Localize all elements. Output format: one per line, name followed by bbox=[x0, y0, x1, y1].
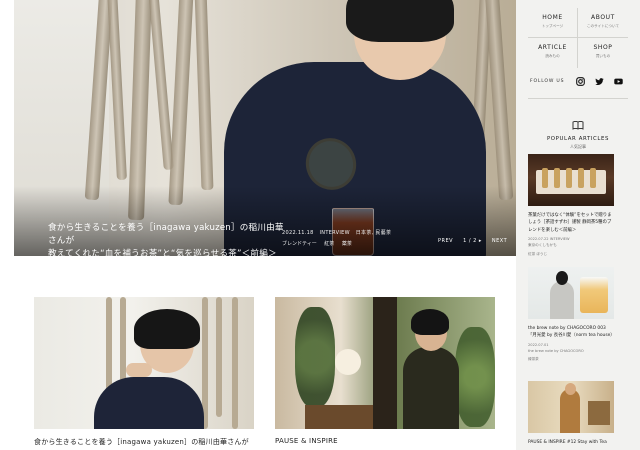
hero-person-hair bbox=[346, 0, 454, 42]
nav-sublabel: トップページ bbox=[541, 24, 564, 28]
book-icon bbox=[572, 120, 584, 130]
hero-date: 2022.11.18 bbox=[282, 230, 314, 236]
plant-decoration bbox=[455, 327, 495, 427]
nav-label[interactable]: SHOP bbox=[578, 44, 628, 51]
popular-article-thumbnail[interactable] bbox=[528, 267, 614, 319]
popular-article-tags[interactable]: 紅茶 ほうじ bbox=[528, 252, 614, 257]
nav-label[interactable]: ABOUT bbox=[578, 14, 628, 21]
popular-subtitle: 人気記事 bbox=[570, 144, 586, 149]
prev-button[interactable]: PREV bbox=[438, 238, 453, 244]
person-hair bbox=[411, 309, 449, 335]
driftwood-decoration bbox=[168, 0, 194, 206]
driftwood-decoration bbox=[107, 0, 127, 181]
popular-article-meta2: the brew note by CHAGOCORO bbox=[528, 348, 584, 353]
nav-sublabel: 読みもの bbox=[545, 54, 560, 58]
popular-article-title[interactable]: the brew note by CHAGOCORO 003「月光愛 by 長谷… bbox=[528, 325, 615, 340]
article-card[interactable]: 食から生きることを養う［inagawa yakuzen］の稲川由華さんが bbox=[34, 297, 254, 447]
nav-shop[interactable]: SHOP 買いもの bbox=[578, 38, 628, 68]
lamp-decoration bbox=[335, 349, 361, 375]
hero-title[interactable]: 食から生きることを養う［inagawa yakuzen］の稲川由華さんが 教えて… bbox=[48, 222, 288, 256]
tea-bottle bbox=[542, 168, 548, 188]
plant-decoration bbox=[295, 307, 335, 407]
hero-tag[interactable]: 紅茶 bbox=[324, 241, 334, 247]
driftwood-decoration bbox=[232, 297, 238, 429]
popular-article-tags[interactable]: 緑茶茶 bbox=[528, 357, 614, 362]
person-figure bbox=[560, 389, 580, 433]
popular-article-item[interactable]: the brew note by CHAGOCORO 003「月光愛 by 長谷… bbox=[528, 267, 615, 362]
person-figure bbox=[550, 281, 574, 319]
article-title[interactable]: PAUSE & INSPIRE bbox=[275, 437, 495, 445]
popular-article-thumbnail[interactable] bbox=[528, 381, 614, 433]
driftwood-decoration bbox=[148, 0, 174, 171]
window-frame bbox=[373, 297, 397, 429]
nav-label[interactable]: HOME bbox=[528, 14, 577, 21]
nav-label[interactable]: ARTICLE bbox=[528, 44, 577, 51]
hero-tags: ブレンドティー 紅茶 薬茶 bbox=[282, 240, 358, 247]
sidebar-divider bbox=[528, 98, 628, 99]
hero-location: 日本茶, 民藝茶 bbox=[355, 230, 392, 236]
twitter-icon[interactable] bbox=[595, 77, 605, 86]
youtube-icon[interactable] bbox=[614, 77, 624, 86]
popular-article-meta2: 東京のくしもかも bbox=[528, 243, 557, 248]
driftwood-decoration bbox=[216, 297, 222, 417]
popular-article-title[interactable]: PAUSE & INSPIRE #12 Stay with Tea bbox=[528, 439, 614, 446]
tea-bottle bbox=[566, 168, 572, 188]
person-hair bbox=[556, 271, 568, 285]
nav-about[interactable]: ABOUT このサイトについて bbox=[578, 8, 628, 38]
shelf-decoration bbox=[588, 401, 610, 425]
nav-article[interactable]: ARTICLE 読みもの bbox=[528, 38, 578, 68]
tea-bottle bbox=[578, 168, 584, 188]
person-hair bbox=[134, 309, 200, 349]
popular-article-item[interactable]: 茶葉だけではなく“体験”をセットで贈りましょう［茶話すずわ］謹製 静岡茶5種のブ… bbox=[528, 154, 614, 257]
driftwood-decoration bbox=[484, 0, 514, 201]
popular-title: POPULAR ARTICLES bbox=[546, 136, 610, 142]
hero-tag[interactable]: ブレンドティー bbox=[282, 241, 317, 247]
hero-slider-nav: PREV 1 / 2 ▸ NEXT bbox=[438, 238, 507, 244]
tea-bottle bbox=[590, 168, 596, 188]
popular-article-item[interactable]: PAUSE & INSPIRE #12 Stay with Tea bbox=[528, 381, 614, 446]
popular-article-title[interactable]: 茶葉だけではなく“体験”をセットで贈りましょう［茶話すずわ］謹製 静岡茶5種のブ… bbox=[528, 212, 614, 234]
article-thumbnail[interactable] bbox=[34, 297, 254, 429]
hero-meta: 2022.11.18 INTERVIEW 日本茶, 民藝茶 bbox=[282, 229, 395, 236]
article-thumbnail[interactable] bbox=[275, 297, 495, 429]
tea-jar-image bbox=[580, 277, 608, 313]
nav-home[interactable]: HOME トップページ bbox=[528, 8, 578, 38]
instagram-icon[interactable] bbox=[576, 77, 586, 86]
article-card[interactable]: PAUSE & INSPIRE bbox=[275, 297, 495, 445]
popular-article-thumbnail[interactable] bbox=[528, 154, 614, 206]
person-face bbox=[565, 383, 576, 395]
sidebar-nav: HOME トップページ ABOUT このサイトについて ARTICLE 読みもの… bbox=[528, 8, 628, 68]
hero-title-line1[interactable]: 食から生きることを養う［inagawa yakuzen］の稲川由華さんが bbox=[48, 222, 288, 248]
hero-title-line2[interactable]: 教えてくれた“血を補うお茶”と“気を巡らせる茶”＜前編＞ bbox=[48, 248, 288, 256]
person-hand-with-cup bbox=[126, 363, 152, 377]
popular-article-meta: 2022.07.01 bbox=[528, 342, 549, 347]
person-figure bbox=[94, 377, 204, 429]
hero-category[interactable]: INTERVIEW bbox=[320, 230, 350, 236]
slide-indicator: 1 / 2 ▸ bbox=[463, 238, 482, 244]
table-decoration bbox=[305, 405, 375, 429]
person-figure bbox=[403, 347, 459, 429]
hero-banner[interactable]: 食から生きることを養う［inagawa yakuzen］の稲川由華さんが 教えて… bbox=[14, 0, 516, 256]
next-button[interactable]: NEXT bbox=[492, 238, 507, 244]
driftwood-decoration bbox=[194, 0, 214, 191]
follow-label: FOLLOW US bbox=[530, 79, 565, 84]
follow-us: FOLLOW US bbox=[530, 77, 624, 86]
tea-bottle bbox=[554, 168, 560, 188]
nav-sublabel: このサイトについて bbox=[586, 24, 620, 28]
popular-article-meta: 2022.07.22 INTERVIEW bbox=[528, 237, 570, 242]
popular-articles-heading: POPULAR ARTICLES 人気記事 bbox=[528, 115, 628, 150]
hero-tag[interactable]: 薬茶 bbox=[342, 241, 352, 247]
article-title[interactable]: 食から生きることを養う［inagawa yakuzen］の稲川由華さんが bbox=[34, 437, 254, 447]
nav-sublabel: 買いもの bbox=[595, 54, 611, 58]
